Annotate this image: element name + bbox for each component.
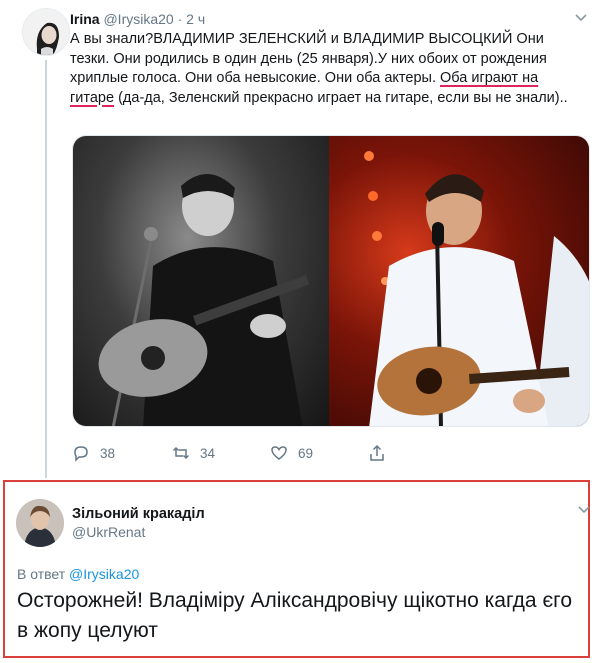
retweet-action[interactable]: 34 — [172, 442, 215, 464]
heart-icon — [270, 444, 288, 462]
tweet-text-part: (да-да, Зеленский прекрасно играет на ги… — [114, 89, 568, 106]
like-action[interactable]: 69 — [270, 442, 313, 464]
black-and-white-photo-guitarist[interactable] — [73, 136, 329, 426]
original-tweet[interactable]: Irina @Irysika20 · 2 ч А вы знали?ВЛАДИМ… — [0, 0, 598, 478]
in-reply-prefix: В ответ — [17, 566, 66, 582]
share-action[interactable] — [368, 442, 396, 464]
reply-tweet[interactable]: Зільоний кракаділ @UkrRenat В ответ @Iry… — [3, 480, 590, 658]
chevron-down-icon[interactable] — [578, 506, 590, 514]
thread-connector-line — [45, 60, 47, 478]
tweet-header: Irina @Irysika20 · 2 ч — [70, 10, 205, 28]
reply-count: 38 — [100, 445, 116, 461]
tweet-media[interactable] — [72, 135, 590, 427]
reply-icon — [72, 444, 90, 462]
reply-author-handle[interactable]: @UkrRenat — [72, 524, 145, 540]
author-handle[interactable]: @Irysika20 — [103, 11, 173, 27]
retweet-icon — [172, 444, 190, 462]
share-icon — [368, 444, 386, 462]
like-count: 69 — [298, 445, 314, 461]
in-reply-to: В ответ @Irysika20 — [17, 566, 139, 582]
tweet-text: А вы знали?ВЛАДИМИР ЗЕЛЕНСКИЙ и ВЛАДИМИР… — [70, 30, 578, 108]
reply-text: Осторожней! Владіміру Аліксандровічу щік… — [17, 589, 573, 642]
chevron-down-icon[interactable] — [575, 14, 587, 22]
retweet-count: 34 — [200, 445, 216, 461]
author-avatar[interactable] — [22, 8, 70, 56]
in-reply-handle-link[interactable]: @Irysika20 — [69, 566, 139, 582]
tweet-actions: 38 34 69 — [72, 442, 402, 464]
reply-action[interactable]: 38 — [72, 442, 115, 464]
author-name[interactable]: Irina — [70, 11, 100, 27]
stage-photo-guitarist[interactable] — [329, 136, 589, 426]
reply-author-name[interactable]: Зільоний кракаділ — [72, 506, 205, 522]
separator-dot: · — [177, 11, 183, 27]
reply-author-avatar[interactable] — [16, 499, 64, 547]
tweet-timestamp[interactable]: 2 ч — [186, 11, 205, 27]
